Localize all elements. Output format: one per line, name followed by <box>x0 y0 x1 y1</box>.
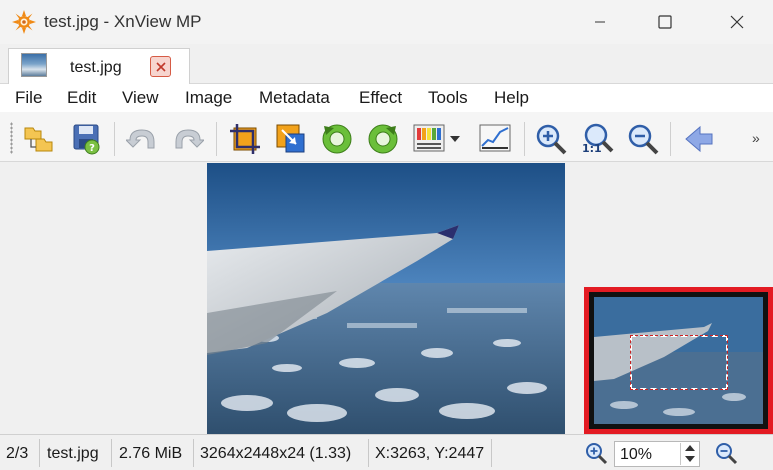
resize-icon <box>276 124 305 153</box>
levels-icon <box>479 124 511 152</box>
levels-button[interactable] <box>476 120 514 158</box>
close-window-button[interactable] <box>714 0 760 44</box>
menu-view[interactable]: View <box>122 88 159 108</box>
save-button[interactable]: ? <box>68 120 106 158</box>
status-image-index: 2/3 <box>6 445 29 462</box>
maximize-icon <box>658 15 672 29</box>
status-cursor-position: X:3263, Y:2447 <box>375 445 485 462</box>
menu-edit[interactable]: Edit <box>67 88 96 108</box>
navigator-panel[interactable] <box>584 287 773 434</box>
toolbar: ? 1:1 » <box>0 112 773 162</box>
toolbar-separator <box>524 122 525 156</box>
toolbar-separator <box>216 122 217 156</box>
zoom-in-icon <box>586 443 608 465</box>
tab-thumbnail <box>21 53 47 77</box>
status-zoom-out-button[interactable] <box>714 441 738 465</box>
previous-image-button[interactable] <box>680 120 718 158</box>
status-separator <box>491 439 492 467</box>
menu-tools[interactable]: Tools <box>428 88 468 108</box>
spin-down-icon[interactable] <box>682 454 698 464</box>
airplane-wing-photo <box>207 163 565 434</box>
undo-icon <box>126 129 155 149</box>
status-separator <box>111 439 112 467</box>
crop-icon <box>230 124 260 154</box>
zoom-1to1-label: 1:1 <box>582 142 602 155</box>
menu-image[interactable]: Image <box>185 88 232 108</box>
rotate-right-icon <box>368 124 398 154</box>
spin-up-icon[interactable] <box>682 443 698 453</box>
xnview-logo-icon <box>12 10 36 34</box>
status-filename: test.jpg <box>47 445 99 462</box>
status-separator <box>193 439 194 467</box>
svg-text:?: ? <box>89 143 95 154</box>
close-icon <box>730 15 744 29</box>
image-viewer[interactable] <box>0 163 773 434</box>
zoom-level-field[interactable]: 10% <box>614 441 700 467</box>
menu-bar: File Edit View Image Metadata Effect Too… <box>0 84 773 112</box>
tab-close-button[interactable] <box>150 56 171 77</box>
tab-test-jpg[interactable]: test.jpg <box>8 48 190 84</box>
navigator-viewport-rect[interactable] <box>630 335 728 390</box>
airplane-wing-image <box>207 163 565 434</box>
status-bar: 2/3 test.jpg 2.76 MiB 3264x2448x24 (1.33… <box>0 434 773 470</box>
minimize-icon <box>595 21 605 23</box>
zoom-level-value: 10% <box>620 446 653 463</box>
rotate-left-button[interactable] <box>318 120 356 158</box>
adjust-colors-button[interactable] <box>410 120 462 158</box>
status-filesize: 2.76 MiB <box>119 445 183 462</box>
maximize-button[interactable] <box>642 0 688 44</box>
zoom-out-button[interactable] <box>624 120 662 158</box>
toolbar-grip[interactable] <box>10 122 13 154</box>
crop-button[interactable] <box>226 120 264 158</box>
tab-label: test.jpg <box>70 59 122 76</box>
status-separator <box>368 439 369 467</box>
rotate-right-button[interactable] <box>364 120 402 158</box>
zoom-out-icon <box>628 124 659 155</box>
window-title: test.jpg - XnView MP <box>44 12 202 31</box>
undo-button[interactable] <box>124 120 162 158</box>
status-zoom-in-button[interactable] <box>584 441 608 465</box>
open-folder-icon <box>24 127 53 152</box>
toolbar-overflow-button[interactable]: » <box>752 130 760 146</box>
menu-file[interactable]: File <box>15 88 42 108</box>
navigator-thumbnail <box>594 297 763 424</box>
status-separator <box>39 439 40 467</box>
toolbar-separator <box>670 122 671 156</box>
menu-help[interactable]: Help <box>494 88 529 108</box>
save-icon: ? <box>73 124 100 155</box>
adjust-colors-icon <box>413 124 445 152</box>
status-dimensions: 3264x2448x24 (1.33) <box>200 445 352 462</box>
redo-button[interactable] <box>168 120 206 158</box>
zoom-in-button[interactable] <box>532 120 570 158</box>
tab-bar: test.jpg <box>0 44 773 84</box>
menu-metadata[interactable]: Metadata <box>259 88 330 108</box>
resize-button[interactable] <box>272 120 310 158</box>
open-folder-button[interactable] <box>20 120 58 158</box>
title-bar: test.jpg - XnView MP <box>0 0 773 44</box>
chevron-down-icon[interactable] <box>450 135 460 143</box>
zoom-spinner[interactable] <box>680 443 698 465</box>
previous-arrow-icon <box>685 125 713 153</box>
close-tab-icon <box>155 61 166 72</box>
redo-icon <box>175 129 204 149</box>
menu-effect[interactable]: Effect <box>359 88 402 108</box>
toolbar-separator <box>114 122 115 156</box>
zoom-1to1-button[interactable]: 1:1 <box>578 120 616 158</box>
rotate-left-icon <box>322 124 352 154</box>
zoom-out-icon <box>716 443 738 465</box>
minimize-button[interactable] <box>577 0 623 44</box>
zoom-in-icon <box>536 124 567 155</box>
